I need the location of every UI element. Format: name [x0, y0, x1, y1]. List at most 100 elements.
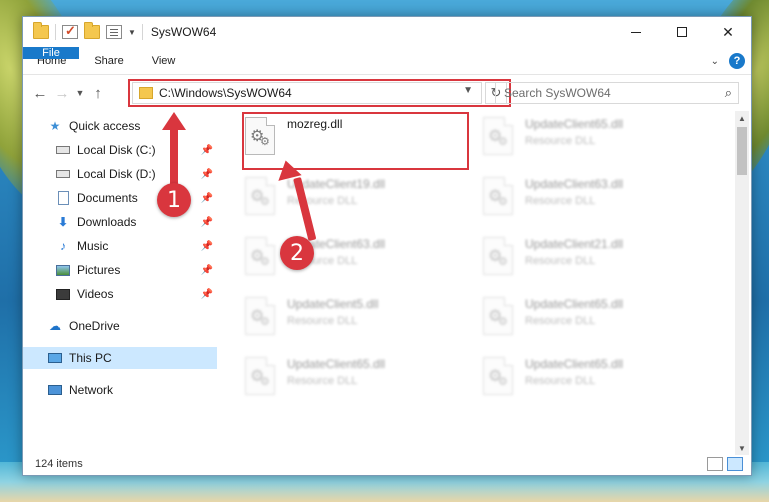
file-name: UpdateClient21.dll — [525, 237, 624, 251]
explorer-window: ▼ SysWOW64 ✕ File Home Share View ⌄ ? ← … — [22, 16, 752, 476]
star-icon: ★ — [49, 119, 61, 133]
file-item[interactable]: ⚙ ⚙ UpdateClient19.dll Resource DLL — [245, 173, 385, 219]
sidebar-item-label: OneDrive — [69, 319, 120, 333]
file-item[interactable]: ⚙ ⚙ UpdateClient65.dll Resource DLL — [483, 113, 623, 159]
dll-file-icon: ⚙ ⚙ — [483, 297, 517, 339]
forward-button[interactable]: → — [51, 82, 73, 104]
title-bar: ▼ SysWOW64 ✕ — [23, 17, 751, 47]
sidebar-item-label: Downloads — [77, 215, 137, 229]
minimize-button[interactable] — [613, 17, 659, 47]
scroll-up-icon[interactable]: ▲ — [735, 111, 749, 125]
search-input[interactable]: Search SysWOW64 ⌕ — [495, 82, 739, 104]
folder-icon — [33, 22, 49, 39]
tab-share[interactable]: Share — [80, 47, 137, 74]
ribbon-right: ⌄ ? — [711, 53, 745, 69]
dll-file-icon: ⚙ ⚙ — [245, 237, 279, 279]
maximize-icon — [677, 27, 687, 37]
file-type: Resource DLL — [525, 135, 596, 147]
sidebar-item-local-disk-d[interactable]: Local Disk (D:) 📌 — [55, 163, 217, 185]
pin-icon: 📌 — [200, 240, 213, 252]
tab-view[interactable]: View — [138, 47, 190, 74]
dll-file-icon: ⚙ ⚙ — [483, 237, 517, 279]
sidebar-item-this-pc[interactable]: This PC — [23, 347, 217, 369]
window-controls: ✕ — [613, 17, 751, 47]
close-button[interactable]: ✕ — [705, 17, 751, 47]
up-button[interactable]: ↑ — [87, 82, 109, 104]
quick-access-toolbar: ▼ — [23, 22, 143, 40]
dll-file-icon: ⚙ ⚙ — [245, 297, 279, 339]
callout-arrow-1-head — [162, 112, 186, 130]
drive-icon — [55, 143, 71, 157]
file-name: UpdateClient63.dll — [525, 177, 624, 191]
pin-icon: 📌 — [200, 168, 213, 180]
sidebar-item-documents[interactable]: Documents 📌 — [55, 187, 217, 209]
divider — [141, 24, 143, 40]
pin-icon: 📌 — [200, 144, 213, 156]
sidebar-item-network[interactable]: Network — [47, 379, 217, 401]
pin-icon: 📌 — [200, 192, 213, 204]
sidebar-item-label: Local Disk (D:) — [77, 167, 156, 181]
sidebar-item-local-disk-c[interactable]: Local Disk (C:) 📌 — [55, 139, 217, 161]
file-name: UpdateClient65.dll — [287, 357, 386, 371]
callout-arrow-1-shaft — [170, 128, 178, 190]
pin-icon: 📌 — [200, 288, 213, 300]
scrollbar-thumb[interactable] — [737, 127, 747, 175]
file-highlight-box — [242, 112, 469, 170]
videos-icon — [55, 287, 71, 301]
dll-file-icon: ⚙ ⚙ — [483, 177, 517, 219]
file-item[interactable]: ⚙ ⚙ UpdateClient65.dll Resource DLL — [483, 353, 623, 399]
search-placeholder: Search SysWOW64 — [504, 86, 611, 100]
dll-file-icon: ⚙ ⚙ — [483, 357, 517, 399]
file-item[interactable]: ⚙ ⚙ UpdateClient21.dll Resource DLL — [483, 233, 623, 279]
back-button[interactable]: ← — [29, 82, 51, 104]
sidebar-item-label: Documents — [77, 191, 138, 205]
pc-icon — [47, 351, 63, 365]
pictures-icon — [55, 263, 71, 277]
file-type: Resource DLL — [525, 375, 596, 387]
properties-check-icon[interactable] — [62, 23, 78, 39]
file-item[interactable]: ⚙ ⚙ UpdateClient65.dll Resource DLL — [483, 293, 623, 339]
recent-locations-button[interactable]: ▼ — [73, 82, 87, 104]
sidebar-item-label: Local Disk (C:) — [77, 143, 156, 157]
new-folder-icon[interactable] — [84, 22, 100, 39]
file-name: UpdateClient65.dll — [525, 117, 624, 131]
music-icon: ♪ — [60, 239, 66, 253]
maximize-button[interactable] — [659, 17, 705, 47]
vertical-scrollbar[interactable]: ▲ ▼ — [735, 111, 749, 455]
sidebar-item-pictures[interactable]: Pictures 📌 — [55, 259, 217, 281]
sidebar-item-videos[interactable]: Videos 📌 — [55, 283, 217, 305]
file-type: Resource DLL — [525, 195, 596, 207]
address-highlight-box — [128, 79, 511, 107]
minimize-icon — [631, 31, 641, 33]
sidebar-item-onedrive[interactable]: ☁ OneDrive — [47, 315, 217, 337]
sidebar-item-label: This PC — [69, 351, 112, 365]
sidebar-item-quick-access[interactable]: ★ Quick access — [47, 115, 217, 137]
ribbon-expand-icon[interactable]: ⌄ — [711, 56, 719, 67]
sidebar-item-music[interactable]: ♪ Music 📌 — [55, 235, 217, 257]
sidebar-item-label: Quick access — [69, 119, 141, 133]
file-name: UpdateClient5.dll — [287, 297, 379, 311]
details-view-icon[interactable] — [707, 457, 723, 471]
documents-icon — [55, 191, 71, 205]
file-item[interactable]: ⚙ ⚙ UpdateClient5.dll Resource DLL — [245, 293, 378, 339]
properties-icon[interactable] — [106, 25, 122, 39]
sidebar-item-label: Music — [77, 239, 109, 253]
file-type: Resource DLL — [525, 315, 596, 327]
view-switcher — [707, 457, 743, 471]
sidebar-item-downloads[interactable]: ⬇ Downloads 📌 — [55, 211, 217, 233]
item-count: 124 items — [35, 458, 83, 470]
help-icon[interactable]: ? — [729, 53, 745, 69]
large-icons-view-icon[interactable] — [727, 457, 743, 471]
status-bar: 124 items — [23, 453, 751, 475]
file-item[interactable]: ⚙ ⚙ UpdateClient63.dll Resource DLL — [245, 233, 385, 279]
file-item[interactable]: ⚙ ⚙ UpdateClient65.dll Resource DLL — [245, 353, 385, 399]
file-item[interactable]: ⚙ ⚙ UpdateClient63.dll Resource DLL — [483, 173, 623, 219]
dll-file-icon: ⚙ ⚙ — [245, 357, 279, 399]
ribbon-tabs: File Home Share View ⌄ ? — [23, 47, 751, 75]
pin-icon: 📌 — [200, 216, 213, 228]
tab-file[interactable]: File — [23, 47, 79, 59]
toolbar-customize-icon[interactable]: ▼ — [128, 28, 136, 37]
up-arrow-icon: ↑ — [94, 84, 102, 102]
forward-arrow-icon: → — [54, 84, 70, 102]
divider — [55, 24, 56, 40]
